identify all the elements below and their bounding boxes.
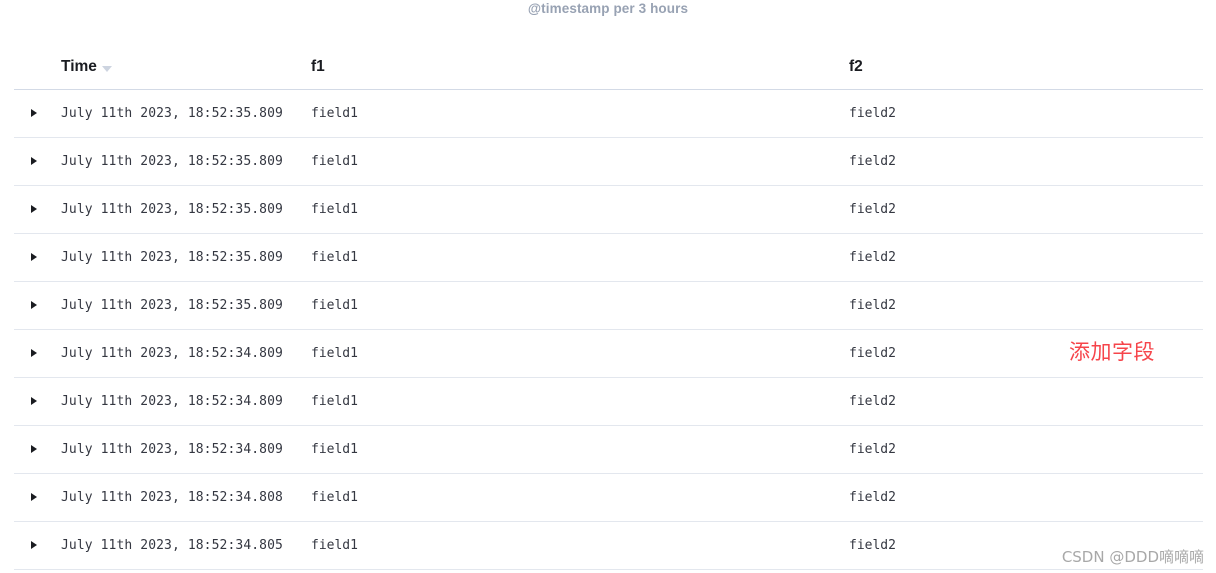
table-row[interactable]: July 11th 2023, 18:52:35.809 field1 field2 [14, 137, 1203, 186]
caret-right-icon[interactable] [31, 445, 37, 453]
caret-right-icon[interactable] [31, 253, 37, 261]
cell-f1: field1 [303, 185, 838, 234]
table-row[interactable]: July 11th 2023, 18:52:35.809 field1 field2 [14, 233, 1203, 282]
caret-right-icon[interactable] [31, 541, 37, 549]
cell-f1: field1 [303, 233, 838, 282]
cell-f2: field2 [838, 281, 1203, 330]
cell-f1: field1 [303, 281, 838, 330]
cell-time: July 11th 2023, 18:52:34.809 [61, 329, 303, 378]
cell-f1: field1 [303, 329, 838, 378]
table-body: July 11th 2023, 18:52:35.809 field1 field2… [14, 89, 1203, 570]
cell-f2: field2 [838, 137, 1203, 186]
column-header-f2-label: f2 [849, 57, 863, 75]
table-row[interactable]: July 11th 2023, 18:52:34.809 field1 field2 [14, 377, 1203, 426]
table-row[interactable]: July 11th 2023, 18:52:35.809 field1 field2 [14, 89, 1203, 138]
cell-time: July 11th 2023, 18:52:35.809 [61, 281, 303, 330]
chevron-down-icon[interactable] [101, 65, 112, 72]
table-row[interactable]: July 11th 2023, 18:52:34.809 field1 field2 [14, 329, 1203, 378]
table-row[interactable]: July 11th 2023, 18:52:34.809 field1 field2 [14, 425, 1203, 474]
expand-row-toggle[interactable] [14, 281, 61, 330]
table-header-row: Time f1 f2 [14, 44, 1203, 90]
expand-row-toggle[interactable] [14, 89, 61, 138]
expand-row-toggle[interactable] [14, 329, 61, 378]
cell-time: July 11th 2023, 18:52:35.809 [61, 137, 303, 186]
cell-time: July 11th 2023, 18:52:35.809 [61, 233, 303, 282]
expand-row-toggle[interactable] [14, 425, 61, 474]
expand-row-toggle[interactable] [14, 233, 61, 282]
cell-f2: field2 [838, 185, 1203, 234]
caret-right-icon[interactable] [31, 493, 37, 501]
cell-f1: field1 [303, 137, 838, 186]
cell-f2: field2 [838, 89, 1203, 138]
caret-right-icon[interactable] [31, 397, 37, 405]
cell-time: July 11th 2023, 18:52:35.809 [61, 89, 303, 138]
expand-row-toggle[interactable] [14, 137, 61, 186]
expand-row-toggle[interactable] [14, 377, 61, 426]
cell-f1: field1 [303, 425, 838, 474]
caret-right-icon[interactable] [31, 157, 37, 165]
cell-f1: field1 [303, 377, 838, 426]
caret-right-icon[interactable] [31, 349, 37, 357]
add-field-annotation: 添加字段 [1069, 340, 1155, 364]
cell-f2: field2 [838, 233, 1203, 282]
table-row[interactable]: July 11th 2023, 18:52:35.809 field1 field2 [14, 281, 1203, 330]
cell-f2: field2 [838, 425, 1203, 474]
documents-table: Time f1 f2 July 11th 2023, 18:52:35.809 f… [14, 44, 1203, 570]
cell-f1: field1 [303, 473, 838, 522]
table-row[interactable]: July 11th 2023, 18:52:34.808 field1 field2 [14, 473, 1203, 522]
cell-time: July 11th 2023, 18:52:34.805 [61, 521, 303, 570]
column-header-f2[interactable]: f2 [838, 44, 1203, 90]
caret-right-icon[interactable] [31, 109, 37, 117]
cell-f2: field2 [838, 377, 1203, 426]
expand-row-toggle[interactable] [14, 521, 61, 570]
column-header-time-label: Time [61, 57, 97, 75]
column-header-f1-label: f1 [311, 57, 325, 75]
watermark: CSDN @DDD嘀嘀嘀 [1061, 548, 1204, 566]
cell-f1: field1 [303, 89, 838, 138]
caret-right-icon[interactable] [31, 301, 37, 309]
caret-right-icon[interactable] [31, 205, 37, 213]
cell-time: July 11th 2023, 18:52:35.809 [61, 185, 303, 234]
cell-time: July 11th 2023, 18:52:34.809 [61, 377, 303, 426]
table-row[interactable]: July 11th 2023, 18:52:35.809 field1 field2 [14, 185, 1203, 234]
cell-time: July 11th 2023, 18:52:34.809 [61, 425, 303, 474]
cell-time: July 11th 2023, 18:52:34.808 [61, 473, 303, 522]
column-header-time[interactable]: Time [14, 44, 303, 90]
table-row[interactable]: July 11th 2023, 18:52:34.805 field1 field2 [14, 521, 1203, 570]
cell-f2: field2 [838, 473, 1203, 522]
histogram-caption: @timestamp per 3 hours [527, 1, 689, 16]
expand-row-toggle[interactable] [14, 473, 61, 522]
cell-f1: field1 [303, 521, 838, 570]
table-header: Time f1 f2 [14, 44, 1203, 90]
column-header-f1[interactable]: f1 [303, 44, 838, 90]
expand-row-toggle[interactable] [14, 185, 61, 234]
